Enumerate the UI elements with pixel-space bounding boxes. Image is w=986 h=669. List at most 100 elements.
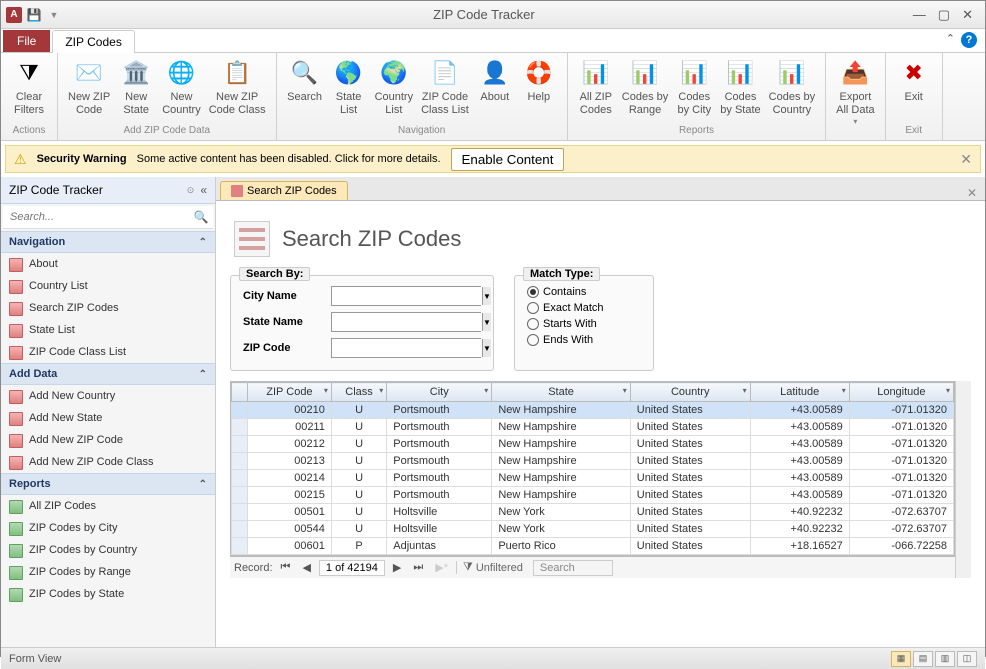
cell[interactable]: Portsmouth — [387, 419, 492, 436]
cell[interactable]: -072.63707 — [849, 504, 953, 521]
table-row[interactable]: 00501UHoltsvilleNew YorkUnited States+40… — [232, 504, 954, 521]
cell[interactable]: U — [331, 487, 386, 504]
column-header[interactable]: State▾ — [492, 383, 630, 402]
cell[interactable]: United States — [630, 521, 750, 538]
state-combo[interactable]: ▼ — [331, 312, 481, 332]
row-selector[interactable] — [232, 538, 248, 555]
new-zip-class-button[interactable]: 📋New ZIP Code Class — [205, 55, 270, 125]
match-type-option[interactable]: Ends With — [527, 334, 641, 346]
nav-section-add-data[interactable]: Add Data ⌃ — [1, 363, 215, 385]
column-header[interactable]: City▾ — [387, 383, 492, 402]
security-warning-text[interactable]: Some active content has been disabled. C… — [137, 153, 441, 165]
nav-item[interactable]: ZIP Codes by City — [1, 517, 215, 539]
table-row[interactable]: 00544UHoltsvilleNew YorkUnited States+40… — [232, 521, 954, 538]
recnav-filter[interactable]: ⧩Unfiltered — [456, 561, 529, 574]
cell[interactable]: -071.01320 — [849, 487, 953, 504]
cell[interactable]: Portsmouth — [387, 470, 492, 487]
city-input[interactable] — [332, 287, 482, 305]
nav-item[interactable]: Country List — [1, 275, 215, 297]
row-selector[interactable] — [232, 504, 248, 521]
nav-item[interactable]: State List — [1, 319, 215, 341]
cell[interactable]: Portsmouth — [387, 487, 492, 504]
new-country-button[interactable]: 🌐New Country — [158, 55, 205, 125]
cell[interactable]: -071.01320 — [849, 436, 953, 453]
close-button[interactable]: ✕ — [962, 7, 973, 23]
search-icon[interactable]: 🔍 — [192, 209, 210, 225]
sort-icon[interactable]: ▾ — [379, 386, 383, 395]
nav-item[interactable]: Add New ZIP Code Class — [1, 451, 215, 473]
table-row[interactable]: 00210UPortsmouthNew HampshireUnited Stat… — [232, 402, 954, 419]
cell[interactable]: -072.63707 — [849, 521, 953, 538]
recnav-new-button[interactable]: ▶* — [431, 561, 452, 574]
doc-tab-search-zip[interactable]: Search ZIP Codes — [220, 181, 348, 200]
cell[interactable]: 00211 — [248, 419, 332, 436]
nav-item[interactable]: ZIP Code Class List — [1, 341, 215, 363]
row-selector[interactable] — [232, 436, 248, 453]
table-row[interactable]: 00211UPortsmouthNew HampshireUnited Stat… — [232, 419, 954, 436]
minimize-button[interactable]: ― — [913, 7, 926, 23]
cell[interactable]: +40.92232 — [750, 521, 849, 538]
cell[interactable]: New Hampshire — [492, 436, 630, 453]
nav-item[interactable]: Add New Country — [1, 385, 215, 407]
cell[interactable]: +43.00589 — [750, 453, 849, 470]
codes-by-range-button[interactable]: 📊Codes by Range — [618, 55, 672, 125]
sort-icon[interactable]: ▾ — [946, 386, 950, 395]
recnav-next-button[interactable]: ▶ — [389, 561, 405, 574]
cell[interactable]: New Hampshire — [492, 470, 630, 487]
table-row[interactable]: 00215UPortsmouthNew HampshireUnited Stat… — [232, 487, 954, 504]
nav-item[interactable]: ZIP Codes by Country — [1, 539, 215, 561]
navpane-header[interactable]: ZIP Code Tracker ⊙ « — [1, 177, 215, 204]
cell[interactable]: U — [331, 436, 386, 453]
column-header[interactable]: Class▾ — [331, 383, 386, 402]
maximize-button[interactable]: ▢ — [938, 7, 950, 23]
recnav-prev-button[interactable]: ◀ — [298, 561, 314, 574]
cell[interactable]: Holtsville — [387, 521, 492, 538]
layout-view-button[interactable]: ▥ — [935, 651, 955, 667]
design-view-button[interactable]: ◫ — [957, 651, 977, 667]
save-icon[interactable]: 💾 — [25, 6, 43, 24]
cell[interactable]: +43.00589 — [750, 402, 849, 419]
cell[interactable]: -071.01320 — [849, 470, 953, 487]
cell[interactable]: Adjuntas — [387, 538, 492, 555]
navpane-dropdown-icon[interactable]: ⊙ — [187, 185, 195, 196]
row-selector[interactable] — [232, 470, 248, 487]
cell[interactable]: United States — [630, 538, 750, 555]
recnav-position[interactable]: 1 of 42194 — [319, 560, 385, 576]
city-combo[interactable]: ▼ — [331, 286, 481, 306]
navpane-collapse-icon[interactable]: « — [200, 183, 207, 197]
nav-item[interactable]: All ZIP Codes — [1, 495, 215, 517]
row-selector[interactable] — [232, 487, 248, 504]
cell[interactable]: U — [331, 470, 386, 487]
cell[interactable]: +43.00589 — [750, 436, 849, 453]
form-view-button[interactable]: ▦ — [891, 651, 911, 667]
cell[interactable]: 00213 — [248, 453, 332, 470]
chevron-up-icon[interactable]: ⌃ — [199, 369, 207, 380]
exit-button[interactable]: ✖Exit — [892, 55, 936, 125]
recnav-last-button[interactable]: ⏭ — [409, 561, 427, 574]
class-list-button[interactable]: 📄ZIP Code Class List — [417, 55, 473, 125]
column-header[interactable]: Latitude▾ — [750, 383, 849, 402]
cell[interactable]: +43.00589 — [750, 419, 849, 436]
new-zip-button[interactable]: ✉️New ZIP Code — [64, 55, 114, 125]
nav-item[interactable]: Search ZIP Codes — [1, 297, 215, 319]
state-list-button[interactable]: 🌎State List — [327, 55, 371, 125]
enable-content-button[interactable]: Enable Content — [451, 148, 565, 171]
cell[interactable]: 00210 — [248, 402, 332, 419]
country-list-button[interactable]: 🌍Country List — [371, 55, 418, 125]
cell[interactable]: Puerto Rico — [492, 538, 630, 555]
row-selector[interactable] — [232, 419, 248, 436]
cell[interactable]: +43.00589 — [750, 487, 849, 504]
cell[interactable]: New Hampshire — [492, 453, 630, 470]
cell[interactable]: -066.72258 — [849, 538, 953, 555]
cell[interactable]: -071.01320 — [849, 402, 953, 419]
chevron-down-icon[interactable]: ▼ — [482, 287, 491, 305]
nav-item[interactable]: Add New ZIP Code — [1, 429, 215, 451]
help-icon[interactable]: ? — [961, 32, 977, 48]
all-zip-report-button[interactable]: 📊All ZIP Codes — [574, 55, 618, 125]
vertical-scrollbar[interactable] — [955, 381, 971, 578]
column-header[interactable]: ZIP Code▾ — [248, 383, 332, 402]
cell[interactable]: 00501 — [248, 504, 332, 521]
cell[interactable]: U — [331, 402, 386, 419]
cell[interactable]: +18.16527 — [750, 538, 849, 555]
qat-dropdown-icon[interactable]: ▼ — [45, 6, 63, 24]
